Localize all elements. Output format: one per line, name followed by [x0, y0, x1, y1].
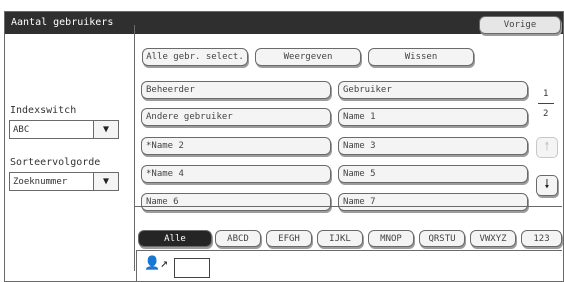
user-button[interactable]: Beheerder [141, 81, 331, 99]
page-divider [538, 103, 554, 104]
user-button[interactable]: Name 6 [141, 193, 331, 211]
tab-mnop[interactable]: MNOP [368, 230, 414, 247]
tab-ijkl[interactable]: IJKL [317, 230, 363, 247]
user-button[interactable]: Gebruiker [338, 81, 528, 99]
arrow-down-icon[interactable]: 🠗 [536, 175, 558, 196]
total-pages: 2 [543, 109, 549, 119]
tab-abcd[interactable]: ABCD [215, 230, 261, 247]
user-count-field[interactable] [174, 258, 210, 278]
tab-vwxyz[interactable]: VWXYZ [470, 230, 516, 247]
user-button[interactable]: Name 3 [338, 137, 528, 155]
tab-efgh[interactable]: EFGH [266, 230, 312, 247]
sort-order-value: Zoeknummer [13, 176, 68, 187]
user-button[interactable]: *Name 4 [141, 165, 331, 183]
index-switch-label: Indexswitch [10, 105, 77, 116]
current-page: 1 [543, 89, 549, 99]
user-edit-icon: 👤↗ [144, 256, 169, 271]
page-title: Aantal gebruikers [11, 17, 114, 28]
divider [136, 250, 137, 282]
tab-123[interactable]: 123 [521, 230, 562, 247]
user-button[interactable]: *Name 2 [141, 137, 331, 155]
sort-order-select[interactable]: Zoeknummer ▼ [9, 172, 119, 191]
arrow-up-icon[interactable]: 🠕 [536, 137, 558, 158]
user-button[interactable]: Andere gebruiker [141, 108, 331, 126]
chevron-down-icon[interactable]: ▼ [93, 121, 118, 138]
index-switch-select[interactable]: ABC ▼ [9, 120, 119, 139]
tab-qrstu[interactable]: QRSTU [419, 230, 465, 247]
divider [134, 206, 562, 207]
tab-alle[interactable]: Alle [138, 230, 212, 247]
select-all-users-button[interactable]: Alle gebr. select. [142, 48, 248, 66]
user-button[interactable]: Name 1 [338, 108, 528, 126]
divider [136, 250, 562, 251]
clear-button[interactable]: Wissen [368, 48, 474, 66]
show-button[interactable]: Weergeven [255, 48, 361, 66]
user-button[interactable]: Name 7 [338, 193, 528, 211]
sort-order-label: Sorteervolgorde [10, 157, 101, 168]
chevron-down-icon[interactable]: ▼ [93, 173, 118, 190]
user-button[interactable]: Name 5 [338, 165, 528, 183]
index-switch-value: ABC [13, 124, 30, 135]
